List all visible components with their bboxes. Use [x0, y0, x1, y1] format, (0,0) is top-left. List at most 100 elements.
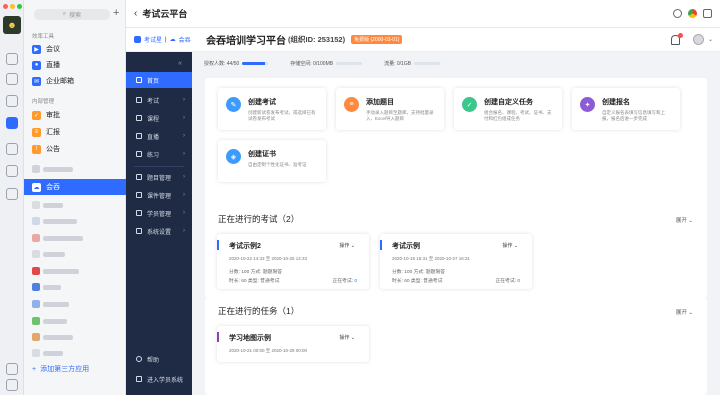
more-icon[interactable] [703, 9, 712, 18]
nav-item-home[interactable]: 首页 [126, 72, 192, 88]
workbench-icon[interactable] [6, 117, 18, 129]
brand-logo[interactable]: 考试星 | ☁ 会吞 [126, 35, 192, 44]
nav-label: 课程 [147, 116, 160, 123]
drive-icon[interactable] [6, 165, 18, 177]
create-certificate-card[interactable]: ◈ 创建证书 自由定制个性化证书、准考证 [218, 140, 326, 182]
nav-item-practice[interactable]: 练习 › [126, 146, 192, 162]
app-report[interactable]: ≡ 汇报 [24, 124, 126, 140]
card-title: 创建证书 [248, 151, 276, 158]
meeting-icon: ▶ [32, 44, 41, 54]
operation-menu[interactable]: 操作 ⌄ [502, 242, 518, 249]
chevron-right-icon: › [183, 115, 185, 121]
titlebar-tools [673, 9, 712, 18]
browser-icon[interactable] [688, 9, 697, 18]
app-live[interactable]: ● 直播 [24, 57, 126, 73]
cloud-icon[interactable] [6, 188, 18, 200]
close-window-button[interactable] [3, 4, 8, 9]
create-exam-card[interactable]: ✎ 创建考试 创建新试卷发布考试，或选择已有试卷发布考试 [218, 88, 326, 130]
chevron-right-icon: › [183, 228, 185, 234]
mail-icon: ✉ [32, 76, 41, 86]
more-menu-icon[interactable] [6, 379, 18, 391]
collapse-icon[interactable]: « [178, 60, 182, 67]
refresh-icon[interactable] [673, 9, 682, 18]
chevron-right-icon: › [183, 151, 185, 157]
docs-icon[interactable] [6, 143, 18, 155]
app-approval[interactable]: ✓ 审批 [24, 107, 126, 123]
cloud-icon: ☁ [169, 37, 176, 43]
students-icon [136, 210, 142, 216]
app-notice[interactable]: ! 公告 [24, 141, 126, 157]
exam-icon: ✎ [226, 97, 241, 112]
brand-name: 考试星 [144, 38, 163, 44]
group-title-office: 效率工具 [32, 34, 55, 40]
app-header: 考试星 | ☁ 会吞 会吞培训学习平台 (组织ID: 253152) 免费版 (… [126, 28, 720, 52]
operation-menu[interactable]: 操作 ⌄ [339, 242, 355, 249]
exam-card[interactable]: 考试示例 操作 ⌄ 2020-10-18 16:31 至 2020-10-27 … [380, 234, 532, 289]
app-label: 会吞 [46, 184, 60, 191]
blurred-app-row[interactable] [32, 165, 73, 173]
my-avatar[interactable]: ☻ [3, 16, 21, 34]
stat-label: 存储空间: 0/100MB [290, 61, 334, 67]
minimize-window-button[interactable] [10, 4, 15, 9]
app-huitun-selected[interactable]: ☁ 会吞 [24, 179, 126, 195]
window-controls [3, 4, 22, 9]
calendar-icon[interactable] [6, 95, 18, 107]
messages-icon[interactable] [6, 53, 18, 65]
expand-button[interactable]: 展开 ⌄ [676, 308, 693, 316]
courseware-icon [136, 192, 142, 198]
task-card[interactable]: 学习地图示例 操作 ⌄ 2020-10-21 00:00 至 2020-10-2… [217, 326, 369, 362]
back-icon[interactable]: ‹ [134, 8, 137, 19]
nav-label: 练习 [147, 152, 160, 159]
blurred-app-row[interactable] [32, 234, 83, 242]
blurred-app-row[interactable] [32, 333, 73, 341]
blurred-app-row[interactable] [32, 217, 77, 225]
chevron-down-icon[interactable]: ⌄ [708, 36, 713, 43]
blurred-app-row[interactable] [32, 300, 69, 308]
nav-item-questions[interactable]: 题目管理 › [126, 169, 192, 185]
operation-menu[interactable]: 操作 ⌄ [339, 334, 355, 341]
nav-label: 考试 [147, 98, 160, 105]
nav-item-students[interactable]: 学员管理 › [126, 205, 192, 221]
stat-users: 授权人数: 44/50 [204, 60, 269, 67]
app-mail[interactable]: ✉ 企业邮箱 [24, 73, 126, 89]
nav-item-course[interactable]: 课程 › [126, 110, 192, 126]
side-nav: « 首页 考试 › 课程 › 直播 › 练习 › 题目管理 › 课件管理 › 学… [126, 52, 192, 395]
nav-item-live[interactable]: 直播 › [126, 128, 192, 144]
nav-item-exam[interactable]: 考试 › [126, 92, 192, 108]
blurred-app-row[interactable] [32, 250, 65, 258]
create-task-card[interactable]: ✓ 创建自定义任务 组合报名、课程、考试、证书、支付和红包组成任务 [454, 88, 562, 130]
stat-label: 流量: 0/1GB [384, 61, 412, 67]
group-title-internal: 内部管理 [32, 99, 55, 105]
nav-item-settings[interactable]: 系统设置 › [126, 223, 192, 239]
create-signup-card[interactable]: ✦ 创建报名 自定义报名表填写信息填写和上报，报名后进一步完成 [572, 88, 680, 130]
window-title: 考试云平台 [142, 9, 188, 19]
blurred-app-row[interactable] [32, 267, 79, 275]
phone-icon[interactable] [6, 363, 18, 375]
nav-label: 学员管理 [147, 211, 172, 218]
add-third-party-app[interactable]: + 添加第三方应用 [32, 364, 89, 374]
app-label: 汇报 [46, 129, 60, 136]
expand-button[interactable]: 展开 ⌄ [676, 216, 693, 224]
stat-traffic: 流量: 0/1GB [384, 60, 441, 67]
user-avatar[interactable] [693, 34, 704, 45]
nav-help[interactable]: 帮助 [126, 351, 192, 367]
search-box[interactable]: ⌕ 搜索 [34, 9, 110, 20]
blurred-app-row[interactable] [32, 283, 61, 291]
card-desc: 组合报名、课程、考试、证书、支付和红包组成任务 [484, 110, 552, 121]
contacts-icon[interactable] [6, 73, 18, 85]
brand-partner: 会吞 [178, 38, 191, 44]
add-question-card[interactable]: ≡ 添加题目 手动录入题目至题库，支持批量录入、Excel导入题目 [336, 88, 444, 130]
nav-enter-student-system[interactable]: 进入学员系统 [126, 371, 192, 387]
exam-card[interactable]: 考试示例2 操作 ⌄ 2020-10-22 14:33 至 2020-10-25… [217, 234, 369, 289]
op-label: 操作 [339, 243, 350, 249]
stat-storage: 存储空间: 0/100MB [290, 60, 363, 67]
blurred-app-row[interactable] [32, 349, 63, 357]
questions-icon [136, 174, 142, 180]
certificate-icon: ◈ [226, 149, 241, 164]
maximize-window-button[interactable] [17, 4, 22, 9]
app-meeting[interactable]: ▶ 会议 [24, 41, 126, 57]
nav-item-courseware[interactable]: 课件管理 › [126, 187, 192, 203]
add-icon[interactable]: + [113, 7, 119, 19]
blurred-app-row[interactable] [32, 317, 67, 325]
blurred-app-row[interactable] [32, 201, 63, 209]
